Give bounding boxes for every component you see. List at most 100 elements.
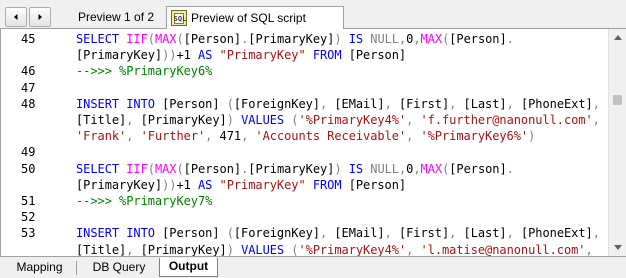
previous-preview-button[interactable] — [5, 7, 27, 27]
code-token: 'Accounts Receivable' — [255, 129, 407, 144]
code-line: 'Frank', 'Further', 471, 'Accounts Recei… — [1, 128, 608, 144]
code-token: , — [406, 113, 421, 127]
code-text: 'Frank', 'Further', 471, 'Accounts Recei… — [76, 128, 535, 144]
chevron-right-icon — [38, 14, 42, 20]
code-token: IS — [348, 161, 371, 176]
tab-db-query[interactable]: DB Query — [80, 259, 158, 277]
code-token: 'f.further@nanonull.com' — [420, 113, 593, 127]
code-token: . — [506, 32, 514, 46]
code-token: +1 — [176, 48, 198, 63]
code-token: [EMail] — [334, 226, 385, 241]
code-token: VALUES — [241, 113, 292, 127]
code-token: [Person] — [162, 226, 227, 241]
code-token: , — [506, 96, 521, 111]
code-line: 50 SELECT IIF(MAX([Person].[PrimaryKey]) … — [1, 161, 608, 177]
code-token: ( — [147, 32, 155, 46]
scroll-up-button[interactable] — [609, 29, 626, 46]
code-token: , — [585, 242, 593, 256]
code-token: , — [506, 226, 521, 241]
code-token: '%PrimaryKey6%' — [420, 129, 529, 144]
code-line: 47 — [1, 80, 608, 96]
tab-db-query-label: DB Query — [92, 260, 146, 274]
code-token: -->>> %PrimaryKey7% — [76, 194, 213, 208]
code-token: INSERT INTO — [76, 226, 163, 241]
tab-sql-preview[interactable]: SQL Preview of SQL script — [166, 6, 344, 29]
tab-sql-label: Preview of SQL script — [191, 11, 306, 25]
line-number: 50 — [21, 161, 36, 176]
code-token: [Title] — [76, 242, 127, 256]
code-text: SELECT IIF(MAX([Person].[PrimaryKey]) IS… — [76, 161, 514, 177]
code-token: AS — [198, 177, 220, 192]
code-token: [Person] — [162, 96, 227, 111]
code-line: [PrimaryKey]))+1 AS "PrimaryKey" FROM [P… — [1, 177, 608, 193]
tab-preview[interactable]: Preview 1 of 2 — [72, 6, 162, 28]
code-token: [Person] — [348, 177, 407, 192]
code-token: FROM — [312, 48, 349, 63]
vertical-scrollbar[interactable] — [608, 29, 626, 256]
code-line: 51 -->>> %PrimaryKey7% — [1, 193, 608, 209]
scrollbar-thumb[interactable] — [613, 95, 622, 105]
code-token: [Person] — [449, 161, 507, 176]
tab-preview-label: Preview 1 of 2 — [78, 10, 155, 24]
code-token: [PrimaryKey] — [140, 113, 227, 127]
tab-output[interactable]: Output — [159, 258, 218, 277]
code-token: INSERT INTO — [76, 96, 163, 111]
code-token: [ForeignKey] — [233, 96, 320, 111]
code-line: [Title], [PrimaryKey]) VALUES ('%Primary… — [1, 112, 608, 128]
code-token: 471 — [219, 129, 242, 144]
code-token: [Person] — [183, 32, 242, 46]
code-line: 49 — [1, 144, 608, 160]
code-token: , — [319, 226, 335, 241]
code-token: , — [406, 129, 421, 144]
line-number: 46 — [21, 64, 36, 79]
code-token: ) — [528, 129, 536, 144]
code-token: [Last] — [463, 96, 507, 111]
code-token: [PhoneExt] — [520, 96, 593, 111]
code-token: "PrimaryKey" — [219, 48, 313, 63]
line-number: 53 — [21, 226, 36, 241]
code-token: , — [384, 226, 399, 241]
tab-output-label: Output — [168, 259, 209, 273]
code-line: [Title], [PrimaryKey]) VALUES ('%Primary… — [1, 242, 608, 256]
line-number: 49 — [21, 145, 36, 160]
code-token: [Last] — [463, 226, 507, 241]
code-token: [Person] — [449, 32, 507, 46]
code-token: MAX — [154, 161, 177, 176]
code-token: NULL — [370, 32, 399, 46]
code-token: [ForeignKey] — [233, 226, 320, 241]
code-line: [PrimaryKey]))+1 AS "PrimaryKey" FROM [P… — [1, 47, 608, 63]
code-token: , — [126, 113, 141, 127]
code-line: 46 -->>> %PrimaryKey6% — [1, 63, 608, 79]
code-token: [PrimaryKey] — [248, 32, 335, 46]
code-token: ) — [334, 32, 349, 46]
code-line: 48 INSERT INTO [Person] ([ForeignKey], [E… — [1, 96, 608, 112]
sql-code-editor[interactable]: 45 SELECT IIF(MAX([Person].[PrimaryKey]) … — [0, 29, 608, 256]
code-text: [Title], [PrimaryKey]) VALUES ('%Primary… — [76, 242, 593, 256]
code-token: [PrimaryKey] — [76, 177, 163, 192]
code-token: , — [592, 96, 600, 111]
code-token: 'Further' — [140, 129, 206, 144]
code-token: )) — [162, 48, 177, 63]
code-token: ( — [226, 226, 234, 241]
code-token: MAX — [420, 32, 443, 46]
code-token: , — [126, 129, 141, 144]
tab-separator — [76, 261, 77, 275]
code-token: [Person] — [348, 48, 407, 63]
tab-mapping[interactable]: Mapping — [6, 259, 73, 277]
code-text: [Title], [PrimaryKey]) VALUES ('%Primary… — [76, 112, 600, 128]
tab-mapping-label: Mapping — [16, 260, 63, 274]
code-token: , — [592, 113, 600, 127]
next-preview-button[interactable] — [29, 7, 51, 27]
scroll-down-button[interactable] — [609, 239, 626, 256]
code-token: 'l.matise@nanonull.com' — [420, 242, 586, 256]
code-token: [PrimaryKey] — [76, 48, 163, 63]
code-line: 45 SELECT IIF(MAX([Person].[PrimaryKey]) … — [1, 31, 608, 47]
code-token: ( — [226, 96, 234, 111]
code-token: , — [384, 96, 399, 111]
triangle-up-icon — [613, 35, 622, 40]
code-token: , — [241, 129, 256, 144]
code-token: [PrimaryKey] — [248, 161, 335, 176]
code-token: AS — [198, 48, 220, 63]
code-token: IIF — [126, 161, 148, 176]
code-token: [EMail] — [334, 96, 385, 111]
